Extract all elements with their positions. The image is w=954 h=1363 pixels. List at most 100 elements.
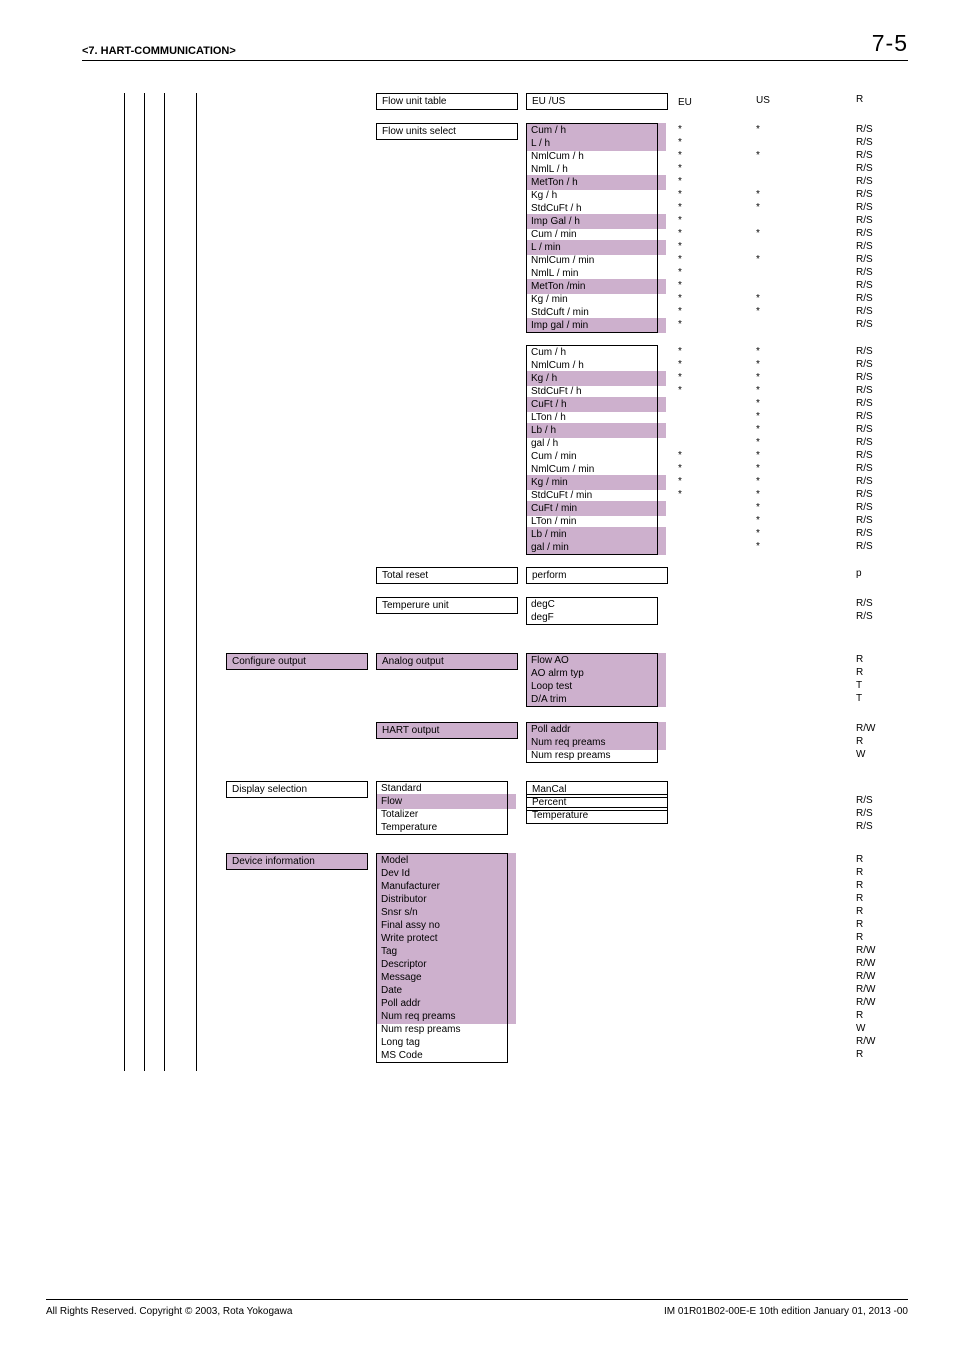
rw-flag: R/S	[856, 397, 873, 410]
group-box	[526, 123, 658, 333]
rw-flag: R/W	[856, 944, 875, 957]
group-box	[526, 345, 658, 555]
rw-flag: R	[856, 866, 863, 879]
mark-us: *	[756, 410, 760, 423]
mark-us: *	[756, 449, 760, 462]
rw-flag: R/S	[856, 501, 873, 514]
mark-us: *	[756, 423, 760, 436]
rw-flag: R/S	[856, 136, 873, 149]
rw-flag: R/S	[856, 475, 873, 488]
rw-flag: R/W	[856, 970, 875, 983]
menu-l4: perform	[526, 567, 668, 584]
menu-l4: Temperature	[526, 807, 668, 824]
rw-flag: R/S	[856, 384, 873, 397]
rw-flag: R	[856, 853, 863, 866]
page-number: 7-5	[872, 30, 908, 57]
mark-us: *	[756, 514, 760, 527]
rw-flag: R/S	[856, 423, 873, 436]
mark-us: *	[756, 123, 760, 136]
menu-tree: EUUSFlow unit tableEU /USRFlow units sel…	[46, 83, 908, 1283]
page-footer: All Rights Reserved. Copyright © 2003, R…	[46, 1299, 908, 1317]
mark-us: *	[756, 371, 760, 384]
menu-l2: Display selection	[226, 781, 368, 798]
rw-flag: R/S	[856, 436, 873, 449]
rw-flag: R/S	[856, 410, 873, 423]
menu-l3: Analog output	[376, 653, 518, 670]
rw-flag: T	[856, 692, 862, 705]
rw-flag: R/S	[856, 227, 873, 240]
rw-flag: R/S	[856, 597, 873, 610]
tree-line	[164, 93, 165, 1071]
rw-flag: T	[856, 679, 862, 692]
tree-line	[124, 93, 125, 1071]
rw-flag: R/S	[856, 794, 873, 807]
page-header: <7. HART-COMMUNICATION> 7-5	[82, 30, 908, 61]
rw-flag: R/S	[856, 240, 873, 253]
footer-docid: IM 01R01B02-00E-E 10th edition January 0…	[664, 1306, 908, 1317]
mark-eu: *	[678, 279, 682, 292]
rw-flag: R	[856, 666, 863, 679]
mark-eu: *	[678, 371, 682, 384]
mark-eu: *	[678, 188, 682, 201]
mark-eu: *	[678, 253, 682, 266]
rw-flag: R/S	[856, 807, 873, 820]
mark-eu: *	[678, 475, 682, 488]
mark-eu: *	[678, 123, 682, 136]
menu-l2: Device information	[226, 853, 368, 870]
mark-us: *	[756, 149, 760, 162]
col-us: US	[756, 95, 770, 106]
rw-flag: R	[856, 918, 863, 931]
mark-eu: *	[678, 345, 682, 358]
mark-us: *	[756, 501, 760, 514]
rw-flag: W	[856, 1022, 865, 1035]
tree-line	[144, 93, 145, 1071]
rw-flag: p	[856, 567, 862, 580]
group-box	[376, 781, 508, 835]
group-box	[526, 597, 658, 625]
mark-eu: *	[678, 175, 682, 188]
col-eu: EU	[678, 97, 692, 108]
rw-flag: R/W	[856, 996, 875, 1009]
rw-flag: R/S	[856, 820, 873, 833]
rw-flag: R	[856, 1048, 863, 1061]
rw-flag: R/S	[856, 318, 873, 331]
footer-copyright: All Rights Reserved. Copyright © 2003, R…	[46, 1306, 292, 1317]
mark-us: *	[756, 305, 760, 318]
rw-flag: R/S	[856, 514, 873, 527]
rw-flag: R/S	[856, 266, 873, 279]
mark-us: *	[756, 397, 760, 410]
rw-flag: R/S	[856, 214, 873, 227]
menu-l3: Flow units select	[376, 123, 518, 140]
rw-flag: R	[856, 892, 863, 905]
rw-flag: R/S	[856, 527, 873, 540]
rw-flag: W	[856, 748, 865, 761]
rw-flag: R/S	[856, 305, 873, 318]
rw-flag: R	[856, 879, 863, 892]
rw-flag: R	[856, 905, 863, 918]
menu-l3: HART output	[376, 722, 518, 739]
menu-l4: EU /US	[526, 93, 668, 110]
rw-flag: R/S	[856, 175, 873, 188]
mark-us: *	[756, 488, 760, 501]
mark-eu: *	[678, 149, 682, 162]
group-box	[526, 722, 658, 763]
rw-flag: R	[856, 653, 863, 666]
mark-us: *	[756, 436, 760, 449]
mark-us: *	[756, 292, 760, 305]
rw-flag: R/S	[856, 540, 873, 553]
rw-flag: R/S	[856, 292, 873, 305]
rw-flag: R/S	[856, 345, 873, 358]
mark-eu: *	[678, 136, 682, 149]
rw-flag: R/S	[856, 462, 873, 475]
group-box	[376, 853, 508, 1063]
rw-flag: R/W	[856, 1035, 875, 1048]
menu-l3: Total reset	[376, 567, 518, 584]
section-title: <7. HART-COMMUNICATION>	[82, 45, 236, 57]
rw-flag: R/S	[856, 149, 873, 162]
rw-flag: R/S	[856, 201, 873, 214]
rw-flag: R/S	[856, 610, 873, 623]
mark-us: *	[756, 527, 760, 540]
mark-eu: *	[678, 449, 682, 462]
mark-us: *	[756, 345, 760, 358]
menu-l3: Temperure unit	[376, 597, 518, 614]
